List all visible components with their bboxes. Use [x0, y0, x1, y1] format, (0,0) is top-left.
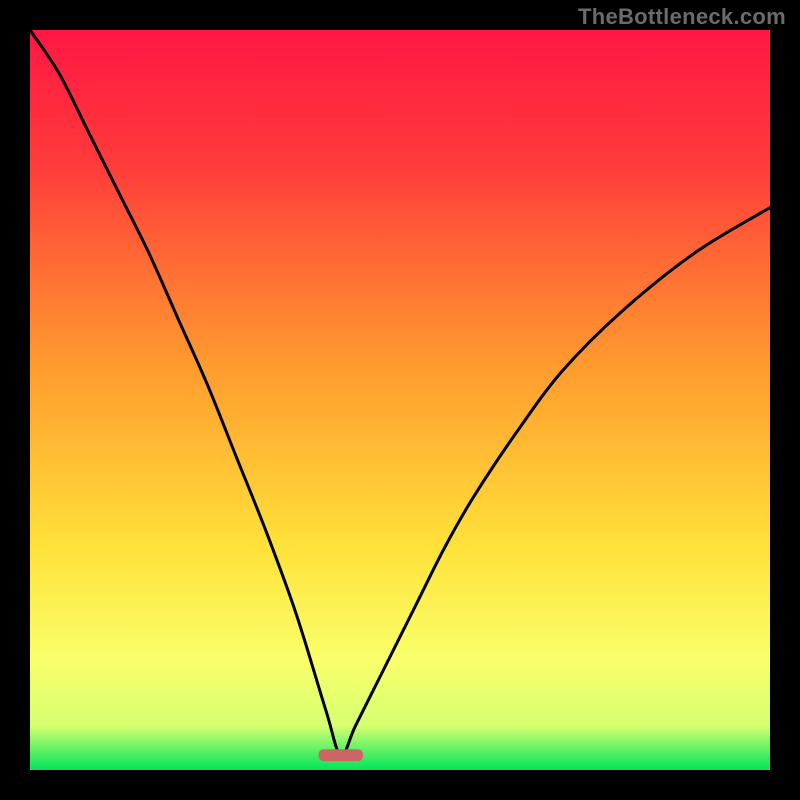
plot-area — [30, 30, 770, 770]
outer-frame: TheBottleneck.com — [0, 0, 800, 800]
chart-canvas — [30, 30, 770, 770]
optimum-marker — [319, 749, 363, 761]
watermark-text: TheBottleneck.com — [578, 4, 786, 30]
bottleneck-curve — [30, 30, 770, 755]
